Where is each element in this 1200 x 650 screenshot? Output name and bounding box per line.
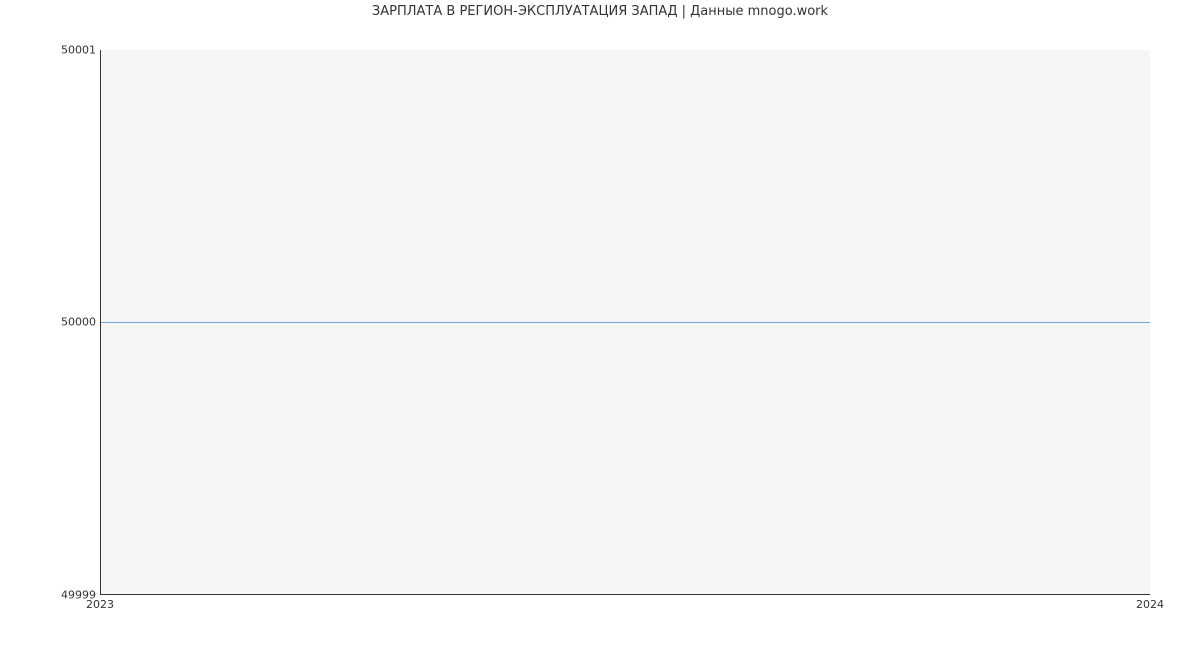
x-tick-label: 2023 xyxy=(86,598,114,611)
chart-container: ЗАРПЛАТА В РЕГИОН-ЭКСПЛУАТАЦИЯ ЗАПАД | Д… xyxy=(0,0,1200,650)
plot-area xyxy=(100,50,1150,595)
x-tick-label: 2024 xyxy=(1136,598,1164,611)
chart-title: ЗАРПЛАТА В РЕГИОН-ЭКСПЛУАТАЦИЯ ЗАПАД | Д… xyxy=(0,4,1200,19)
series-line xyxy=(101,322,1150,323)
y-tick-label: 50000 xyxy=(36,316,96,329)
y-tick-label: 50001 xyxy=(36,44,96,57)
